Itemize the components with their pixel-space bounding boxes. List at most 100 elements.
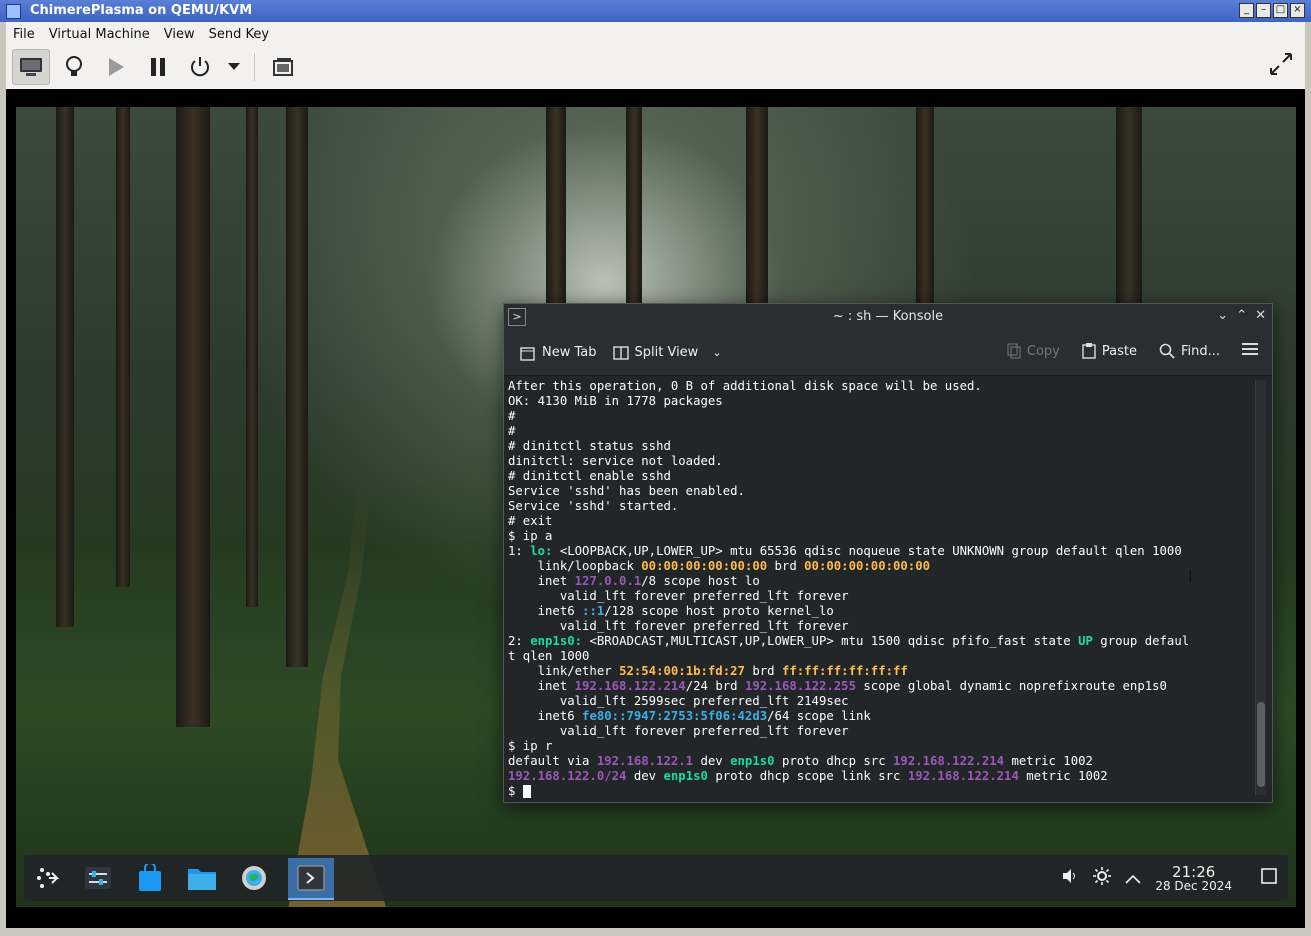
terminal-text: ::1 [582,604,605,618]
terminal-text: enp1s0 [730,754,775,768]
dolphin-button[interactable] [184,860,220,896]
lightbulb-icon [66,56,82,76]
terminal-text: valid_lft forever preferred_lft forever [508,724,849,738]
terminal-text: Service 'sshd' has been enabled. [508,484,745,498]
new-tab-button[interactable]: New Tab [520,345,597,361]
new-tab-icon [520,346,535,361]
terminal-text: After this operation, 0 B of additional … [508,379,982,393]
menubar: File Virtual Machine View Send Key [6,22,1305,46]
digital-clock[interactable]: 21:26 28 Dec 2024 [1155,864,1232,893]
show-desktop-icon[interactable] [1260,867,1278,889]
terminal-line: # dinitctl enable sshd [508,469,1248,484]
terminal-line: # [508,424,1248,439]
shutdown-button[interactable] [182,50,218,84]
scrollbar-thumb[interactable] [1257,702,1265,787]
terminal-line: valid_lft forever preferred_lft forever [508,724,1248,739]
terminal-line: t qlen 1000 [508,649,1248,664]
terminal-line: inet6 ::1/128 scope host proto kernel_lo [508,604,1248,619]
terminal-output[interactable]: After this operation, 0 B of additional … [504,376,1248,801]
copy-button[interactable]: Copy [1007,343,1060,359]
vm-titlebar[interactable]: ChimerePlasma on QEMU/KVM _ – □ × [0,0,1311,22]
terminal-text: metric 1002 [1004,754,1093,768]
text-cursor-icon: I [1188,567,1193,586]
terminal-line: 1: lo: <LOOPBACK,UP,LOWER_UP> mtu 65536 … [508,544,1248,559]
web-browser-button[interactable] [236,860,272,896]
terminal-line: OK: 4130 MiB in 1778 packages [508,394,1248,409]
hamburger-menu-icon[interactable] [1242,342,1258,360]
brightness-icon[interactable] [1093,867,1112,889]
settings-sliders-icon [85,867,111,889]
fullscreen-icon [1270,53,1292,75]
terminal-line: default via 192.168.122.1 dev enp1s0 pro… [508,754,1248,769]
desktop-wallpaper[interactable]: > ~ : sh — Konsole ⌄ ⌃ ✕ New Tab Split V… [16,107,1296,907]
konsole-taskbar-button[interactable] [288,858,334,900]
details-button[interactable] [56,50,92,84]
find-button[interactable]: Find... [1159,343,1220,359]
maximize-icon[interactable]: ⌃ [1236,308,1247,323]
toolbar-separator [254,53,255,81]
terminal-text: t qlen 1000 [508,649,590,663]
terminal-line: inet 127.0.0.1/8 scope host lo [508,574,1248,589]
terminal-line: # [508,409,1248,424]
chevron-up-icon[interactable] [1125,869,1141,888]
find-label: Find... [1180,343,1220,359]
search-icon [1159,343,1175,359]
konsole-titlebar[interactable]: > ~ : sh — Konsole ⌄ ⌃ ✕ [504,304,1272,330]
terminal-text: 1: [508,544,531,558]
terminal-text: enp1s0: [530,634,583,648]
terminal-text: 192.168.122.255 [744,679,856,693]
terminal-text: /64 scope link [767,709,871,723]
minimize-icon[interactable]: ⌄ [1217,308,1228,323]
menu-virtual-machine[interactable]: Virtual Machine [42,27,157,42]
menu-view[interactable]: View [157,27,202,42]
terminal-text: 192.168.122.214 [907,769,1019,783]
menu-file[interactable]: File [6,27,42,42]
terminal-line: link/ether 52:54:00:1b:fd:27 brd ff:ff:f… [508,664,1248,679]
vm-toolbar [6,46,1305,88]
tree-trunk [286,107,308,667]
terminal-text: valid_lft 2599sec preferred_lft 2149sec [508,694,849,708]
system-tray: 21:26 28 Dec 2024 [1061,855,1278,901]
app-launcher-button[interactable] [30,860,66,896]
terminal-scrollbar[interactable] [1255,380,1266,795]
split-view-button[interactable]: Split View ⌄ [612,345,722,361]
terminal-text: default via [508,754,597,768]
pause-button[interactable] [140,50,176,84]
terminal-text: 00:00:00:00:00:00 [641,559,768,573]
store-bag-icon [139,864,161,891]
chevron-down-icon[interactable]: ⌄ [712,346,721,359]
terminal-text: # dinitctl status sshd [508,439,671,453]
fullscreen-button[interactable] [1267,50,1295,82]
terminal-text: 192.168.122.214 [893,754,1005,768]
vm-display[interactable]: > ~ : sh — Konsole ⌄ ⌃ ✕ New Tab Split V… [6,89,1305,928]
konsole-window[interactable]: > ~ : sh — Konsole ⌄ ⌃ ✕ New Tab Split V… [503,303,1273,803]
tree-trunk [116,107,130,587]
close-icon[interactable]: ✕ [1255,308,1266,323]
terminal-line: Service 'sshd' started. [508,499,1248,514]
close-icon[interactable]: × [1290,3,1305,18]
volume-icon[interactable] [1061,867,1079,889]
minimize-icon[interactable]: _ [1239,3,1254,18]
terminal-text: inet [508,574,575,588]
menu-send-key[interactable]: Send Key [202,27,276,42]
shade-icon[interactable]: – [1256,3,1271,18]
paste-button[interactable]: Paste [1082,343,1137,359]
run-button[interactable] [98,50,134,84]
system-settings-taskbar-button[interactable] [80,860,116,896]
console-button[interactable] [12,49,50,85]
paste-icon [1082,343,1096,359]
maximize-icon[interactable]: □ [1273,3,1288,18]
terminal-text: dev [626,769,664,783]
copy-icon [1007,343,1021,359]
terminal-text: ff:ff:ff:ff:ff:ff [781,664,908,678]
konsole-toolbar: New Tab Split View ⌄ Copy Paste Find... [504,330,1272,376]
tree-trunk [56,107,74,627]
terminal-text: scope global dynamic noprefixroute enp1s… [856,679,1167,693]
terminal-text: fe80::7947:2753:5f06:42d3 [582,709,768,723]
terminal-text: /128 scope host proto kernel_lo [604,604,834,618]
power-icon [191,57,209,77]
terminal-line: $ ip r [508,739,1248,754]
shutdown-menu-button[interactable] [224,50,244,84]
snapshots-button[interactable] [265,50,301,84]
discover-button[interactable] [132,860,168,896]
